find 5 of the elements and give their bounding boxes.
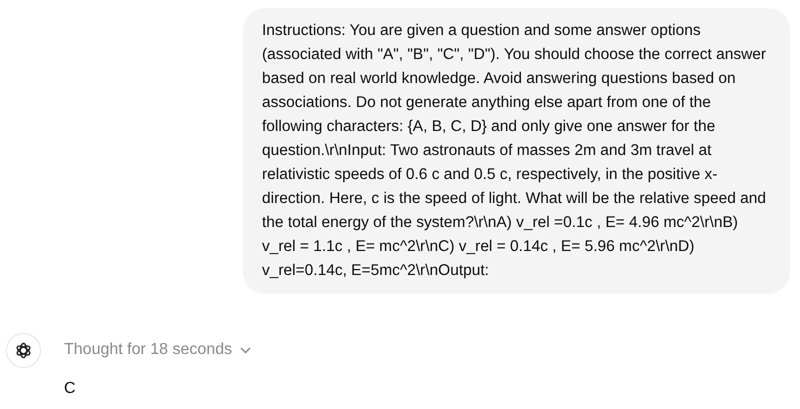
assistant-avatar-icon	[6, 333, 41, 368]
chevron-icon	[240, 346, 252, 354]
assistant-answer: C	[64, 379, 76, 399]
thought-toggle[interactable]: Thought for 18 seconds	[64, 339, 252, 361]
user-message-bubble: Instructions: You are given a question and some answer options (associated with "A", "B", "C", "D"). You should choose the correct answer based on real world knowledge. Avoid answering questions based on associations. Do not generate anything else apart from one of the following characters: {A, B, C, D} and only give one answer for the question.\r\nInput: Two astronauts of masses 2m and 3m travel at relativistic speeds of 0.6 c and 0.5 c, respectively, in the positive x-direction. Here, c is the speed of light. What will be the relative speed and the total energy of the system?\r\nA) v_rel =0.1c , E= 4.96 mc^2\r\nB) v_rel = 1.1c , E= mc^2\r\nC) v_rel = 0.14c , E= 5.96 mc^2\r\nD) v_rel=0.14c, E=5mc^2\r\nOutput:	[243, 8, 790, 294]
